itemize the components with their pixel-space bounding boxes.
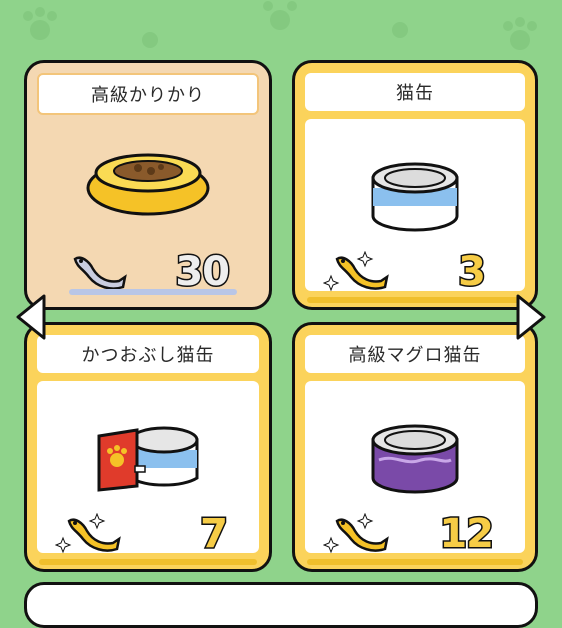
gold-fish-icon xyxy=(323,251,389,292)
price-label: 3 xyxy=(457,248,488,297)
item-title: かつおぶし猫缶 xyxy=(37,335,259,373)
item-card-premium-kibble[interactable]: 高級かりかり 30 xyxy=(24,60,272,310)
card-bottom-bar xyxy=(307,297,523,303)
price-label: 7 xyxy=(199,510,230,559)
gold-fish-icon xyxy=(55,513,121,554)
food-bowl-icon xyxy=(86,153,210,216)
price-label: 30 xyxy=(174,248,232,297)
item-card-tuna-can[interactable]: 高級マグロ猫缶 12 xyxy=(292,322,538,572)
right-arrow-icon[interactable] xyxy=(514,292,550,342)
card-bottom-bar xyxy=(307,559,523,565)
bonito-can-icon xyxy=(97,426,199,492)
gold-fish-icon xyxy=(323,513,389,554)
bottom-panel xyxy=(24,582,538,628)
item-title: 高級かりかり xyxy=(37,73,259,115)
card-bottom-bar xyxy=(39,559,257,565)
item-card-bonito-can[interactable]: かつおぶし猫缶 7 xyxy=(24,322,272,572)
cat-can-icon xyxy=(371,162,459,232)
tuna-can-icon xyxy=(371,424,459,494)
left-arrow-icon[interactable] xyxy=(12,292,48,342)
item-title: 猫缶 xyxy=(305,73,525,111)
item-title: 高級マグロ猫缶 xyxy=(305,335,525,373)
item-card-cat-can[interactable]: 猫缶 3 xyxy=(292,60,538,310)
price-label: 12 xyxy=(438,510,496,559)
